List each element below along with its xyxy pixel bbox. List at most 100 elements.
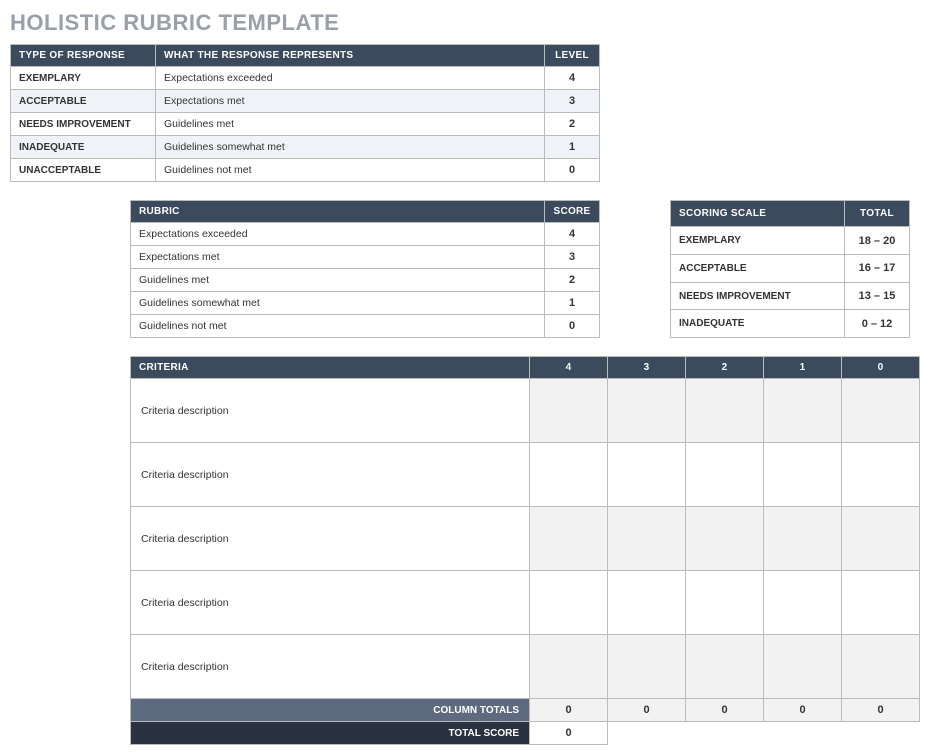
score-cell[interactable]	[608, 571, 686, 635]
scale-header: SCORING SCALE	[671, 201, 845, 227]
score-cell[interactable]	[608, 379, 686, 443]
table-row: NEEDS IMPROVEMENT Guidelines met 2	[11, 113, 600, 136]
table-row: UNACCEPTABLE Guidelines not met 0	[11, 159, 600, 182]
total-score-value: 0	[530, 722, 608, 745]
desc-cell: Expectations exceeded	[156, 67, 545, 90]
score-cell[interactable]	[842, 635, 920, 699]
type-cell: EXEMPLARY	[11, 67, 156, 90]
score-cell[interactable]	[764, 379, 842, 443]
scale-range: 0 – 12	[845, 310, 910, 338]
score-cell[interactable]	[686, 443, 764, 507]
table-row: Guidelines somewhat met 1	[131, 292, 600, 315]
table-row: ACCEPTABLE Expectations met 3	[11, 90, 600, 113]
scale-range: 18 – 20	[845, 227, 910, 255]
score-0-header: 0	[842, 357, 920, 379]
type-header-level: LEVEL	[545, 45, 600, 67]
type-cell: NEEDS IMPROVEMENT	[11, 113, 156, 136]
rubric-desc: Expectations exceeded	[131, 223, 545, 246]
score-cell[interactable]	[608, 507, 686, 571]
level-cell: 0	[545, 159, 600, 182]
column-total: 0	[530, 699, 608, 722]
scale-range: 16 – 17	[845, 255, 910, 283]
rubric-table: RUBRIC SCORE Expectations exceeded 4 Exp…	[130, 200, 600, 338]
type-header-desc: WHAT THE RESPONSE REPRESENTS	[156, 45, 545, 67]
level-cell: 1	[545, 136, 600, 159]
rubric-score: 3	[545, 246, 600, 269]
criteria-desc[interactable]: Criteria description	[131, 507, 530, 571]
table-row: Expectations met 3	[131, 246, 600, 269]
score-cell[interactable]	[686, 507, 764, 571]
total-score-row: TOTAL SCORE 0	[131, 722, 920, 745]
table-row: EXEMPLARY 18 – 20	[671, 227, 910, 255]
column-total: 0	[608, 699, 686, 722]
score-cell[interactable]	[530, 379, 608, 443]
criteria-row: Criteria description	[131, 379, 920, 443]
table-row: Guidelines met 2	[131, 269, 600, 292]
rubric-score: 2	[545, 269, 600, 292]
score-cell[interactable]	[530, 635, 608, 699]
score-cell[interactable]	[764, 635, 842, 699]
rubric-header: RUBRIC	[131, 201, 545, 223]
desc-cell: Guidelines somewhat met	[156, 136, 545, 159]
scale-range: 13 – 15	[845, 282, 910, 310]
table-row: Expectations exceeded 4	[131, 223, 600, 246]
criteria-row: Criteria description	[131, 443, 920, 507]
desc-cell: Guidelines not met	[156, 159, 545, 182]
rubric-score: 4	[545, 223, 600, 246]
score-cell[interactable]	[764, 571, 842, 635]
column-total: 0	[686, 699, 764, 722]
score-header: SCORE	[545, 201, 600, 223]
table-row: EXEMPLARY Expectations exceeded 4	[11, 67, 600, 90]
criteria-desc[interactable]: Criteria description	[131, 635, 530, 699]
table-row: INADEQUATE Guidelines somewhat met 1	[11, 136, 600, 159]
criteria-desc[interactable]: Criteria description	[131, 379, 530, 443]
criteria-header: CRITERIA	[131, 357, 530, 379]
score-cell[interactable]	[842, 443, 920, 507]
scoring-scale-table: SCORING SCALE TOTAL EXEMPLARY 18 – 20 AC…	[670, 200, 910, 338]
score-cell[interactable]	[608, 635, 686, 699]
score-cell[interactable]	[686, 635, 764, 699]
column-total: 0	[842, 699, 920, 722]
type-of-response-table: TYPE OF RESPONSE WHAT THE RESPONSE REPRE…	[10, 44, 600, 182]
type-cell: UNACCEPTABLE	[11, 159, 156, 182]
score-cell[interactable]	[842, 379, 920, 443]
table-row: Guidelines not met 0	[131, 315, 600, 338]
score-cell[interactable]	[530, 443, 608, 507]
score-1-header: 1	[764, 357, 842, 379]
criteria-table: CRITERIA 4 3 2 1 0 Criteria description …	[130, 356, 920, 745]
rubric-score: 0	[545, 315, 600, 338]
column-totals-label: COLUMN TOTALS	[131, 699, 530, 722]
table-row: INADEQUATE 0 – 12	[671, 310, 910, 338]
criteria-desc[interactable]: Criteria description	[131, 443, 530, 507]
score-3-header: 3	[608, 357, 686, 379]
criteria-row: Criteria description	[131, 635, 920, 699]
total-header: TOTAL	[845, 201, 910, 227]
criteria-row: Criteria description	[131, 507, 920, 571]
type-header-type: TYPE OF RESPONSE	[11, 45, 156, 67]
score-cell[interactable]	[686, 571, 764, 635]
score-cell[interactable]	[530, 571, 608, 635]
page-title: HOLISTIC RUBRIC TEMPLATE	[10, 10, 915, 36]
level-cell: 4	[545, 67, 600, 90]
column-totals-row: COLUMN TOTALS 0 0 0 0 0	[131, 699, 920, 722]
scale-label: INADEQUATE	[671, 310, 845, 338]
score-cell[interactable]	[842, 571, 920, 635]
score-cell[interactable]	[764, 443, 842, 507]
scale-label: ACCEPTABLE	[671, 255, 845, 283]
empty-cell	[608, 722, 920, 745]
score-2-header: 2	[686, 357, 764, 379]
score-cell[interactable]	[764, 507, 842, 571]
desc-cell: Expectations met	[156, 90, 545, 113]
score-cell[interactable]	[608, 443, 686, 507]
score-cell[interactable]	[686, 379, 764, 443]
rubric-score: 1	[545, 292, 600, 315]
criteria-desc[interactable]: Criteria description	[131, 571, 530, 635]
score-cell[interactable]	[842, 507, 920, 571]
level-cell: 3	[545, 90, 600, 113]
type-cell: INADEQUATE	[11, 136, 156, 159]
rubric-desc: Guidelines somewhat met	[131, 292, 545, 315]
rubric-desc: Guidelines not met	[131, 315, 545, 338]
total-score-label: TOTAL SCORE	[131, 722, 530, 745]
score-cell[interactable]	[530, 507, 608, 571]
criteria-row: Criteria description	[131, 571, 920, 635]
